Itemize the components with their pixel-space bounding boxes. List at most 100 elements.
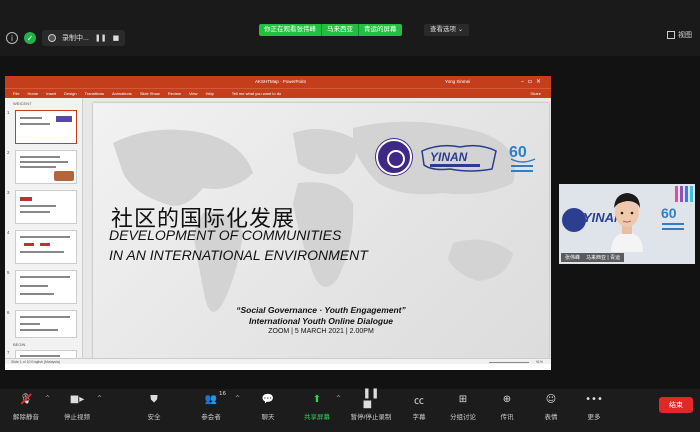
menu-design[interactable]: Design bbox=[64, 91, 76, 96]
participants-button[interactable]: 👥 16 参会者 bbox=[186, 391, 236, 421]
participant-person-avatar bbox=[611, 193, 643, 252]
chat-button[interactable]: 💬 聊天 bbox=[243, 393, 293, 422]
main-slide: YINAN 60 社区的国际化发展 DEVELOPMENT OF COMMUNI… bbox=[93, 103, 549, 359]
end-meeting-button[interactable]: 结束 bbox=[659, 397, 693, 413]
slide-number: 2 bbox=[7, 150, 10, 155]
record-dot-icon bbox=[48, 34, 56, 42]
share-screen-arrow-icon: ⬆ bbox=[312, 393, 322, 405]
ppt-document-title: AKSHTMap · PowerPoint bbox=[255, 79, 306, 84]
slide-thumbnail-5[interactable] bbox=[15, 270, 77, 304]
zoom-slider[interactable] bbox=[489, 361, 529, 363]
share-screen-button[interactable]: ⬆ 共享屏幕 bbox=[292, 393, 342, 422]
video-options-chevron-icon[interactable]: ^ bbox=[97, 395, 102, 402]
window-controls-icon[interactable]: –▫× bbox=[521, 78, 545, 85]
section-label-begin: BEGIN bbox=[13, 342, 26, 347]
view-options-dropdown[interactable]: 查看选项 ⌄ bbox=[424, 24, 470, 36]
ppt-title-bar: AKSHTMap · PowerPoint Yong Xinmei –▫× bbox=[5, 76, 551, 88]
unmute-button[interactable]: 🎙 解除静音 bbox=[1, 393, 51, 422]
pause-stop-recording-button[interactable]: ❚❚ ■ 暂停/停止录制 bbox=[345, 388, 397, 421]
microphone-muted-icon: 🎙 bbox=[19, 393, 33, 405]
unmute-label: 解除静音 bbox=[13, 414, 39, 421]
ppt-user-name: Yong Xinmei bbox=[445, 79, 471, 84]
grid-view-icon bbox=[667, 31, 675, 39]
menu-slide-show[interactable]: Slide Show bbox=[140, 91, 160, 96]
security-label: 安全 bbox=[147, 414, 161, 421]
slide-subtitle-event: International Youth Online Dialogue bbox=[248, 316, 394, 326]
view-button-label: 视图 bbox=[678, 32, 692, 39]
recording-label: 录制中... bbox=[62, 35, 89, 42]
menu-file[interactable]: File bbox=[13, 91, 19, 96]
participants-chevron-icon[interactable]: ^ bbox=[235, 395, 240, 402]
menu-view[interactable]: View bbox=[189, 91, 198, 96]
menu-help[interactable]: Help bbox=[206, 91, 214, 96]
svg-text:60: 60 bbox=[661, 205, 677, 221]
recording-indicator: 录制中... ❚❚ ■ bbox=[42, 30, 126, 46]
participant-org: 马来西亚 | 青运 bbox=[586, 255, 621, 261]
participant-video-tile[interactable]: YINAN 60 张伟峰 马来西亚 | 青运 bbox=[559, 184, 695, 264]
breakout-label: 分组讨论 bbox=[450, 414, 476, 421]
menu-transitions[interactable]: Transitions bbox=[85, 91, 104, 96]
participant-nameplate: 张伟峰 马来西亚 | 青运 bbox=[561, 253, 625, 262]
meeting-controls-toolbar: 🎙 解除静音 ^ ■▸ 停止视频 ^ ⛊ 安全 👥16 参会者 ^ 💬 聊天 ⬆… bbox=[0, 388, 700, 432]
security-button[interactable]: ⛊ 安全 bbox=[129, 393, 179, 422]
pause-recording-icon[interactable]: ❚❚ bbox=[95, 34, 107, 42]
slide-thumbnail-1[interactable] bbox=[15, 110, 77, 144]
more-button[interactable]: ••• 更多 bbox=[569, 393, 619, 422]
encryption-shield-icon[interactable]: ✓ bbox=[24, 32, 36, 44]
slide-number: 6 bbox=[7, 310, 10, 315]
closed-caption-icon: ㏄ bbox=[414, 395, 424, 407]
slide-subtitle-date: ZOOM | 5 MARCH 2021 | 2.00PM bbox=[268, 328, 374, 335]
ppt-share-button[interactable]: Share bbox=[530, 91, 541, 96]
ppt-status-bar: Slide 1 of 10 English (Malaysia) 91% bbox=[5, 358, 551, 364]
ppt-workspace: WEICENT 1 2 3 4 5 6 BEGIN 7 YINAN 60 社区的… bbox=[5, 98, 551, 364]
slide-number: 3 bbox=[7, 190, 10, 195]
ppt-ribbon-menu: File Home Insert Design Transitions Anim… bbox=[5, 88, 551, 98]
apps-button[interactable]: ⊕ 传讯 bbox=[482, 393, 532, 422]
chat-bubble-icon: 💬 bbox=[261, 393, 275, 405]
sixty-anniversary-logo: 60 bbox=[509, 144, 536, 172]
captions-button[interactable]: ㏄ 字幕 bbox=[394, 393, 444, 422]
share-banner-org: 青运的屏幕 bbox=[364, 26, 397, 33]
stop-video-button[interactable]: ■▸ 停止视频 bbox=[52, 393, 102, 422]
slide-thumbnail-4[interactable] bbox=[15, 230, 77, 264]
slide-thumbnail-3[interactable] bbox=[15, 190, 77, 224]
sixty-logo-text: 60 bbox=[509, 144, 527, 161]
breakout-rooms-icon: ⊞ bbox=[458, 393, 468, 405]
menu-animations[interactable]: Animations bbox=[112, 91, 132, 96]
audio-options-chevron-icon[interactable]: ^ bbox=[45, 395, 50, 402]
participants-icon: 👥 16 bbox=[204, 391, 226, 405]
info-icon[interactable]: i bbox=[6, 32, 18, 44]
participant-count: 16 bbox=[219, 391, 226, 397]
slide-thumbnail-2[interactable] bbox=[15, 150, 77, 184]
share-banner-viewer: 你正在观看张伟峰 bbox=[259, 24, 322, 36]
yinan-logo-text: YINAN bbox=[430, 150, 468, 164]
view-button[interactable]: 视图 bbox=[667, 30, 692, 40]
more-label: 更多 bbox=[587, 414, 601, 421]
menu-home[interactable]: Home bbox=[27, 91, 38, 96]
meeting-status-area: i ✓ 录制中... ❚❚ ■ bbox=[6, 30, 126, 46]
slide-number: 5 bbox=[7, 270, 10, 275]
slide-number: 7 bbox=[7, 350, 10, 355]
tell-me-search[interactable]: Tell me what you want to do bbox=[232, 91, 281, 96]
menu-insert[interactable]: Insert bbox=[46, 91, 56, 96]
apps-label: 传讯 bbox=[500, 414, 514, 421]
slide-number: 4 bbox=[7, 230, 10, 235]
meeting-top-bar: i ✓ 录制中... ❚❚ ■ 你正在观看张伟峰 马来西亚 青运的屏幕 查看选项… bbox=[0, 0, 700, 56]
section-label-welcome: WEICENT bbox=[13, 101, 32, 106]
slide-title-english-line2: IN AN INTERNATIONAL ENVIRONMENT bbox=[109, 247, 368, 263]
slide-subtitle-theme: “Social Governance · Youth Engagement” bbox=[236, 305, 406, 315]
slide-number: 1 bbox=[7, 110, 10, 115]
pause-recording-label: 暂停/停止录制 bbox=[350, 414, 392, 421]
ppt-zoom-level[interactable]: 91% bbox=[536, 360, 543, 364]
slide-thumbnail-6[interactable] bbox=[15, 310, 77, 338]
breakout-rooms-button[interactable]: ⊞ 分组讨论 bbox=[438, 393, 488, 422]
reactions-label: 表情 bbox=[544, 414, 558, 421]
menu-review[interactable]: Review bbox=[168, 91, 181, 96]
chat-label: 聊天 bbox=[261, 414, 275, 421]
background-sixty-logo: 60 bbox=[661, 205, 684, 230]
shared-powerpoint-window: AKSHTMap · PowerPoint Yong Xinmei –▫× Fi… bbox=[5, 76, 551, 370]
screen-share-banner: 你正在观看张伟峰 马来西亚 青运的屏幕 bbox=[259, 24, 402, 36]
stop-recording-icon[interactable]: ■ bbox=[113, 34, 120, 42]
share-options-chevron-icon[interactable]: ^ bbox=[336, 395, 341, 402]
background-color-bars bbox=[675, 186, 693, 202]
